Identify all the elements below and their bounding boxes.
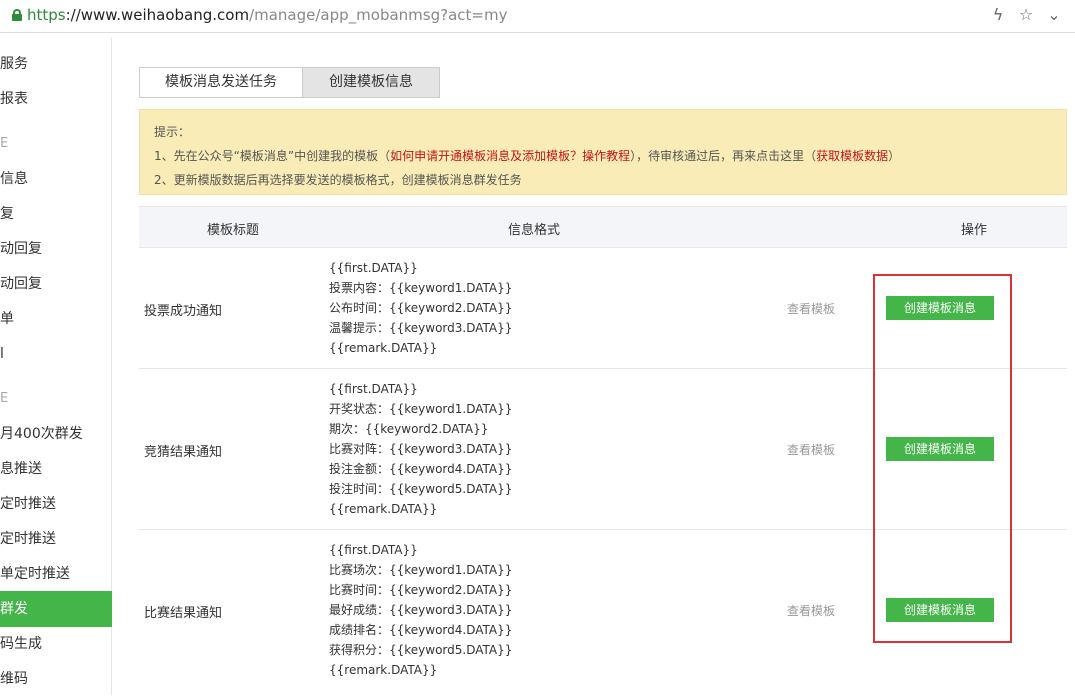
sidebar-item[interactable]: 复 bbox=[0, 196, 112, 232]
tab-bar: 模板消息发送任务 创建模板信息 bbox=[139, 67, 440, 98]
sidebar-item[interactable]: 单 bbox=[0, 301, 112, 337]
sidebar-item[interactable]: 动回复 bbox=[0, 266, 112, 302]
row-fields: {{first.DATA}} 投票内容：{{keyword1.DATA}} 公布… bbox=[329, 261, 513, 355]
header-format: 信息格式 bbox=[508, 223, 561, 238]
lock-icon bbox=[12, 9, 22, 21]
address-bar[interactable]: https://www.weihaobang.com/manage/app_mo… bbox=[0, 0, 1075, 33]
url-text[interactable]: https://www.weihaobang.com/manage/app_mo… bbox=[27, 6, 507, 24]
tab-create-template[interactable]: 创建模板信息 bbox=[303, 67, 440, 98]
tab-send-tasks[interactable]: 模板消息发送任务 bbox=[139, 67, 303, 98]
url-path: /manage/app_mobanmsg?act=my bbox=[249, 6, 508, 24]
row-title: 竞猜结果通知 bbox=[144, 445, 223, 460]
header-title: 模板标题 bbox=[207, 223, 260, 238]
sidebar-section: E bbox=[0, 391, 9, 406]
sidebar-item[interactable]: 服务 bbox=[0, 46, 112, 82]
sidebar-item[interactable]: 息推送 bbox=[0, 451, 112, 487]
table-header: 模板标题 信息格式 操作 bbox=[139, 206, 1067, 248]
sidebar-item[interactable]: 码生成 bbox=[0, 626, 112, 662]
row-title: 比赛结果通知 bbox=[144, 606, 223, 621]
view-template-link[interactable]: 查看模板 bbox=[787, 602, 835, 619]
row-fields: {{first.DATA}} 比赛场次：{{keyword1.DATA}} 比赛… bbox=[329, 543, 513, 677]
sidebar-item[interactable]: 定时推送 bbox=[0, 486, 112, 522]
sidebar-item-active[interactable]: 群发 bbox=[0, 591, 112, 627]
star-icon[interactable]: ☆ bbox=[1017, 5, 1035, 24]
chevron-down-icon[interactable]: ⌄ bbox=[1045, 5, 1063, 24]
url-scheme: https bbox=[27, 6, 66, 24]
fetch-template-data-link[interactable]: 获取模板数据 bbox=[816, 149, 888, 163]
sidebar-item[interactable]: 报表 bbox=[0, 81, 112, 117]
sidebar-item[interactable]: l bbox=[0, 336, 112, 372]
view-template-link[interactable]: 查看模板 bbox=[787, 441, 835, 458]
sidebar-item[interactable]: 维码 bbox=[0, 661, 112, 697]
highlight-box bbox=[873, 274, 1012, 643]
notice-line-1: 1、先在公众号“模板消息”中创建我的模板（如何申请开通模板消息及添加模板？操作教… bbox=[154, 149, 901, 163]
row-title: 投票成功通知 bbox=[144, 304, 223, 319]
url-host: ://www.weihaobang.com bbox=[65, 6, 250, 24]
lightning-icon[interactable]: ϟ bbox=[989, 5, 1007, 24]
notice-line-2: 2、更新模版数据后再选择要发送的模板格式，创建模板消息群发任务 bbox=[154, 173, 522, 187]
notice-box: 提示： 1、先在公众号“模板消息”中创建我的模板（如何申请开通模板消息及添加模板… bbox=[139, 109, 1067, 195]
tutorial-link[interactable]: 如何申请开通模板消息及添加模板？操作教程 bbox=[390, 149, 630, 163]
sidebar-item[interactable]: 信息 bbox=[0, 161, 112, 197]
view-template-link[interactable]: 查看模板 bbox=[787, 300, 835, 317]
sidebar-item[interactable]: 单定时推送 bbox=[0, 556, 112, 592]
row-fields: {{first.DATA}} 开奖状态：{{keyword1.DATA}} 期次… bbox=[329, 382, 513, 516]
sidebar-section: E bbox=[0, 136, 9, 151]
sidebar: 服务 报表 E 信息 复 动回复 动回复 单 l E 月400次群发 息推送 定… bbox=[0, 37, 112, 695]
notice-heading: 提示： bbox=[154, 125, 191, 139]
header-action: 操作 bbox=[961, 223, 988, 238]
sidebar-item[interactable]: 动回复 bbox=[0, 231, 112, 267]
sidebar-item[interactable]: 月400次群发 bbox=[0, 416, 112, 452]
sidebar-item[interactable]: 定时推送 bbox=[0, 521, 112, 557]
